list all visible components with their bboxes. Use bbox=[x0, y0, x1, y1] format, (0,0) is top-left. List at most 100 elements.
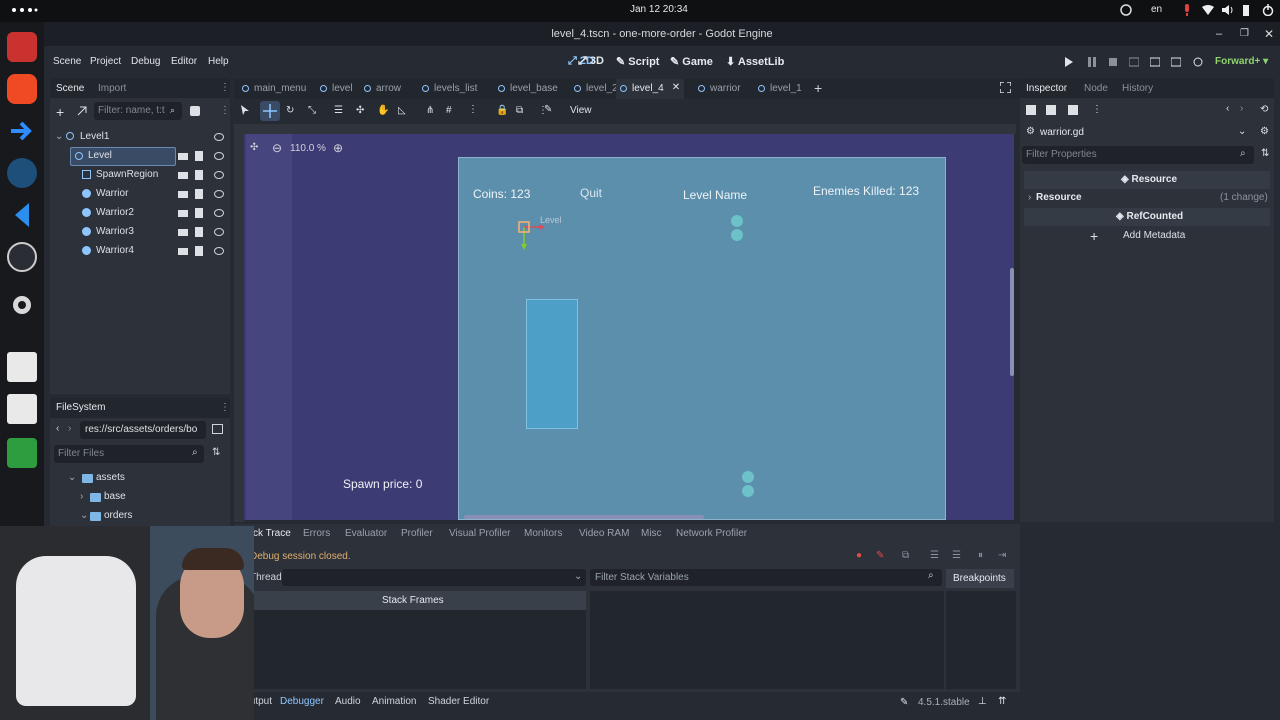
tab-scene[interactable]: Scene bbox=[56, 83, 84, 94]
instance-open-icon[interactable] bbox=[178, 227, 188, 237]
instance-scene-icon[interactable] bbox=[77, 106, 87, 116]
filter-properties-input[interactable]: Filter Properties ⌕ bbox=[1022, 146, 1254, 164]
quit-button[interactable]: Quit bbox=[580, 186, 602, 200]
visibility-icon[interactable] bbox=[214, 209, 224, 217]
chevron-down-icon[interactable]: ⌄ bbox=[1238, 126, 1246, 137]
scene-more-icon[interactable]: ⋮ bbox=[220, 105, 230, 116]
warrior-sprite[interactable] bbox=[730, 214, 744, 241]
vscode-icon[interactable] bbox=[7, 200, 37, 230]
scene-tab-level[interactable]: level bbox=[316, 79, 353, 99]
tree-row-spawnregion[interactable]: SpawnRegion bbox=[50, 166, 230, 185]
view-menu[interactable]: View bbox=[570, 105, 592, 116]
input-language[interactable]: en bbox=[1151, 4, 1162, 15]
copy-icon[interactable]: ⧉ bbox=[902, 550, 909, 561]
debugger-tab-profiler[interactable]: Profiler bbox=[401, 528, 433, 539]
debugger-tab-misc[interactable]: Misc bbox=[641, 528, 662, 539]
instance-open-icon[interactable] bbox=[178, 208, 188, 218]
scene-tab-arrow[interactable]: arrow bbox=[360, 79, 401, 99]
select-tool-icon[interactable] bbox=[240, 105, 250, 115]
close-icon[interactable]: ✕ bbox=[1264, 22, 1274, 46]
scene-tab-levels-list[interactable]: levels_list bbox=[418, 79, 477, 99]
debugger-tab-evaluator[interactable]: Evaluator bbox=[345, 528, 387, 539]
workspace-script-button[interactable]: ✎ Script bbox=[616, 55, 659, 68]
zoom-out-button[interactable]: ⊖ bbox=[272, 141, 282, 155]
visibility-icon[interactable] bbox=[214, 171, 224, 179]
scene-tab-warrior[interactable]: warrior bbox=[694, 79, 741, 99]
list-select-icon[interactable]: ☰ bbox=[334, 105, 343, 116]
menu-scene[interactable]: Scene bbox=[53, 56, 81, 67]
menu-editor[interactable]: Editor bbox=[171, 56, 197, 67]
tree-row-warrior4[interactable]: Warrior4 bbox=[50, 242, 230, 261]
script-icon[interactable] bbox=[195, 151, 203, 161]
script-icon[interactable] bbox=[195, 246, 203, 256]
script-icon[interactable] bbox=[195, 227, 203, 237]
fs-row-assets[interactable]: ⌄ assets bbox=[50, 470, 220, 489]
debug-pause-icon[interactable]: ⏸ bbox=[978, 550, 983, 561]
fs-row-base[interactable]: › base bbox=[50, 489, 220, 508]
obs-icon[interactable] bbox=[7, 242, 37, 272]
toggle-split-icon[interactable] bbox=[212, 424, 223, 434]
step-over-icon[interactable]: ☰ bbox=[952, 550, 961, 561]
minimize-icon[interactable]: – bbox=[1216, 22, 1222, 46]
filter-files-input[interactable]: Filter Files ⌕ bbox=[54, 445, 204, 463]
warrior-sprite[interactable] bbox=[741, 470, 755, 497]
tree-row-level1[interactable]: ⌄ Level1 bbox=[50, 128, 230, 147]
microphone-icon[interactable] bbox=[1183, 4, 1191, 16]
renderer-selector[interactable]: Forward+ ▾ bbox=[1215, 56, 1268, 67]
instance-open-icon[interactable] bbox=[178, 246, 188, 256]
transform-gizmo[interactable] bbox=[517, 218, 547, 252]
spawn-region-rect[interactable] bbox=[526, 299, 578, 429]
scale-tool-icon[interactable]: ⤡ bbox=[308, 105, 316, 116]
expand-arrow-icon[interactable]: › bbox=[80, 491, 83, 502]
object-history-icon[interactable]: ⟲ bbox=[1260, 104, 1268, 115]
history-back-icon[interactable]: ‹ bbox=[1226, 103, 1229, 114]
lock-icon[interactable]: 🔒 bbox=[496, 105, 508, 116]
disk-drive-icon[interactable] bbox=[7, 352, 37, 382]
section-refcounted-header[interactable]: ◈ RefCounted bbox=[1024, 208, 1270, 226]
back-arrow-icon[interactable]: ‹ bbox=[56, 423, 59, 434]
play-custom-scene-icon[interactable] bbox=[1170, 57, 1182, 67]
filter-stack-variables-input[interactable]: Filter Stack Variables ⌕ bbox=[590, 569, 942, 586]
debugger-tab-visual-profiler[interactable]: Visual Profiler bbox=[449, 528, 511, 539]
arrow-app-icon[interactable] bbox=[7, 116, 37, 146]
object-properties-icon[interactable]: ⚙ bbox=[1260, 126, 1269, 137]
scene-tab-main-menu[interactable]: main_menu bbox=[238, 79, 306, 99]
debugger-tab-video-ram[interactable]: Video RAM bbox=[579, 528, 629, 539]
new-resource-icon[interactable] bbox=[1026, 105, 1036, 115]
volume-icon[interactable] bbox=[1222, 4, 1234, 16]
menu-help[interactable]: Help bbox=[208, 56, 229, 67]
section-resource-header[interactable]: ◈ Resource bbox=[1024, 171, 1270, 189]
horizontal-scrollbar[interactable] bbox=[464, 515, 704, 519]
resource-group[interactable]: Resource bbox=[1036, 192, 1082, 203]
stop-icon[interactable] bbox=[1108, 57, 1118, 67]
tree-row-warrior3[interactable]: Warrior3 bbox=[50, 223, 230, 242]
breakpoints-list[interactable] bbox=[946, 591, 1016, 689]
stack-frames-list[interactable]: Stack Frames bbox=[246, 591, 586, 689]
tab-import[interactable]: Import bbox=[98, 83, 126, 94]
settings-gear-icon[interactable] bbox=[7, 290, 37, 320]
visibility-icon[interactable] bbox=[214, 228, 224, 236]
scene-tab-level-1[interactable]: level_1 bbox=[754, 79, 802, 99]
collapse-arrow-icon[interactable]: ⌄ bbox=[55, 131, 63, 142]
play-icon[interactable] bbox=[1064, 57, 1074, 67]
forward-arrow-icon[interactable]: › bbox=[68, 423, 71, 434]
expand-panel-icon[interactable]: ⇈ bbox=[998, 696, 1006, 707]
disk-drive-icon[interactable] bbox=[7, 394, 37, 424]
trash-icon[interactable] bbox=[7, 438, 37, 468]
tree-row-warrior2[interactable]: Warrior2 bbox=[50, 204, 230, 223]
new-scene-tab-button[interactable]: + bbox=[814, 80, 822, 96]
history-forward-icon[interactable]: › bbox=[1240, 103, 1243, 114]
debugger-tab-errors[interactable]: Errors bbox=[303, 528, 330, 539]
bottom-tab-shader-editor[interactable]: Shader Editor bbox=[428, 696, 489, 707]
workspace-3d-button[interactable]: ⤢ 3D bbox=[578, 55, 604, 68]
script-icon[interactable] bbox=[195, 189, 203, 199]
thread-select[interactable]: ⌄ bbox=[282, 569, 586, 586]
maximize-icon[interactable]: ❐ bbox=[1240, 22, 1249, 46]
distraction-free-icon[interactable] bbox=[999, 81, 1012, 94]
move-tool-button[interactable] bbox=[260, 101, 280, 121]
script-icon[interactable] bbox=[195, 208, 203, 218]
instance-open-icon[interactable] bbox=[178, 189, 188, 199]
brave-browser-icon[interactable] bbox=[7, 74, 37, 104]
rotate-tool-icon[interactable]: ↻ bbox=[286, 105, 294, 116]
close-tab-icon[interactable]: ✕ bbox=[672, 82, 680, 93]
